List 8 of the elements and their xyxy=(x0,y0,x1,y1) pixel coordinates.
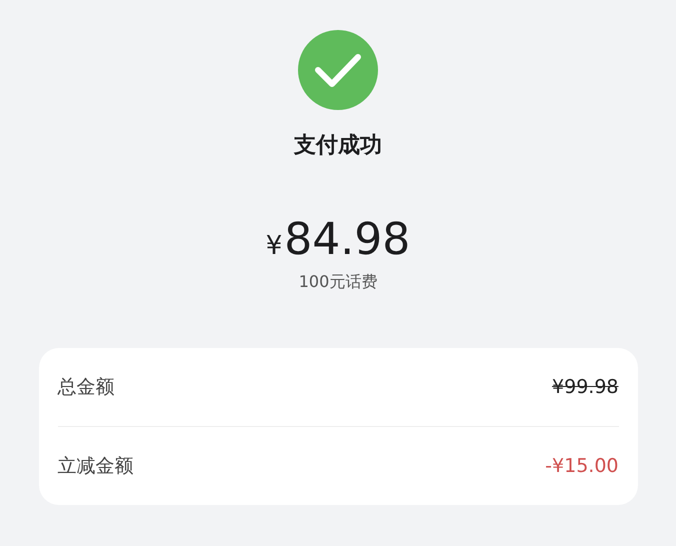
detail-label: 立减金额 xyxy=(58,454,134,479)
payment-status-title: 支付成功 xyxy=(294,132,382,160)
detail-value: ¥99.98 xyxy=(552,376,618,398)
product-description: 100元话费 xyxy=(298,272,378,293)
detail-value: -¥15.00 xyxy=(545,455,618,477)
paid-amount: ¥84.98 xyxy=(266,218,410,262)
success-check-icon xyxy=(298,30,378,110)
detail-label: 总金额 xyxy=(58,375,114,400)
